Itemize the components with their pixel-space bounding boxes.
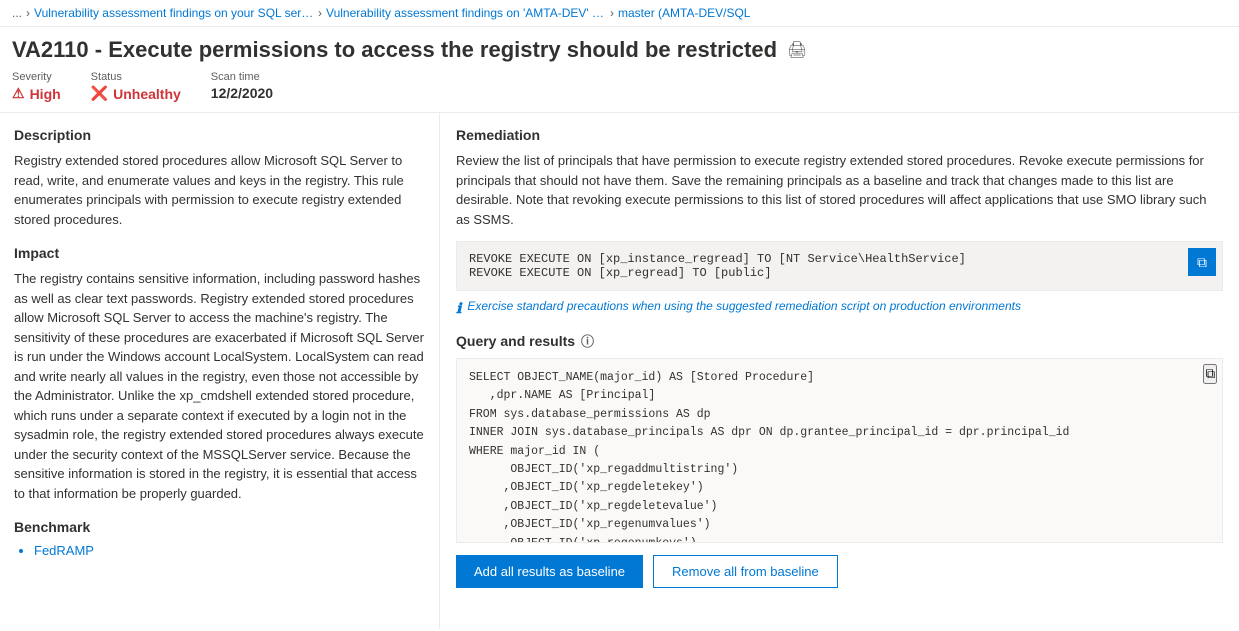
- description-title: Description: [14, 127, 425, 143]
- breadcrumb-link-1[interactable]: Vulnerability assessment findings on you…: [34, 6, 314, 20]
- scan-time-label: Scan time: [211, 71, 273, 83]
- page-title: VA2110 - Execute permissions to access t…: [12, 37, 777, 63]
- remove-baseline-button[interactable]: Remove all from baseline: [653, 555, 838, 588]
- status-meta: Status ❌ Unhealthy: [91, 71, 181, 102]
- info-note-text: Exercise standard precautions when using…: [467, 299, 1021, 313]
- query-wrapper: SELECT OBJECT_NAME(major_id) AS [Stored …: [456, 358, 1223, 543]
- benchmark-list: FedRAMP: [14, 543, 425, 558]
- meta-row: Severity ⚠ High Status ❌ Unhealthy Scan …: [0, 63, 1239, 113]
- right-panel: Remediation Review the list of principal…: [440, 113, 1239, 629]
- impact-title: Impact: [14, 245, 425, 261]
- action-row: Add all results as baseline Remove all f…: [456, 555, 1223, 588]
- remediation-text: Review the list of principals that have …: [456, 151, 1223, 229]
- add-baseline-button[interactable]: Add all results as baseline: [456, 555, 643, 588]
- copy-code-button[interactable]: ⧉: [1188, 248, 1216, 276]
- left-panel: Description Registry extended stored pro…: [0, 113, 440, 629]
- remediation-code-block: REVOKE EXECUTE ON [xp_instance_regread] …: [456, 241, 1223, 291]
- status-text: Unhealthy: [113, 86, 181, 102]
- print-icon[interactable]: 🖨: [787, 40, 807, 60]
- status-label: Status: [91, 71, 181, 83]
- info-icon: ℹ: [456, 300, 461, 317]
- remediation-title: Remediation: [456, 127, 1223, 143]
- query-title-text: Query and results: [456, 333, 575, 349]
- help-icon[interactable]: ⓘ: [581, 331, 594, 350]
- status-icon: ❌: [91, 85, 108, 102]
- breadcrumb-link-2[interactable]: Vulnerability assessment findings on 'AM…: [326, 6, 606, 20]
- severity-meta: Severity ⚠ High: [12, 71, 61, 102]
- query-section-title: Query and results ⓘ: [456, 331, 1223, 350]
- severity-icon: ⚠: [12, 85, 25, 102]
- severity-value: ⚠ High: [12, 85, 61, 102]
- query-code-box[interactable]: SELECT OBJECT_NAME(major_id) AS [Stored …: [456, 358, 1223, 543]
- info-note: ℹ Exercise standard precautions when usi…: [456, 299, 1223, 317]
- main-layout: Description Registry extended stored pro…: [0, 113, 1239, 629]
- scan-time-text: 12/2/2020: [211, 85, 273, 101]
- severity-text: High: [30, 86, 61, 102]
- breadcrumb-link-3[interactable]: master (AMTA-DEV/SQL: [618, 6, 750, 20]
- code-line-2: REVOKE EXECUTE ON [xp_regread] TO [publi…: [469, 266, 1210, 280]
- status-value: ❌ Unhealthy: [91, 85, 181, 102]
- scan-time-meta: Scan time 12/2/2020: [211, 71, 273, 102]
- page-header: VA2110 - Execute permissions to access t…: [0, 27, 1239, 63]
- severity-label: Severity: [12, 71, 61, 83]
- copy-query-button[interactable]: ⧉: [1203, 364, 1217, 384]
- benchmark-title: Benchmark: [14, 519, 425, 535]
- breadcrumb: ... › Vulnerability assessment findings …: [0, 0, 1239, 27]
- description-body: Registry extended stored procedures allo…: [14, 151, 425, 229]
- benchmark-item: FedRAMP: [34, 543, 425, 558]
- breadcrumb-ellipsis: ...: [12, 6, 22, 20]
- code-line-1: REVOKE EXECUTE ON [xp_instance_regread] …: [469, 252, 1210, 266]
- impact-body: The registry contains sensitive informat…: [14, 269, 425, 503]
- scan-time-value: 12/2/2020: [211, 85, 273, 101]
